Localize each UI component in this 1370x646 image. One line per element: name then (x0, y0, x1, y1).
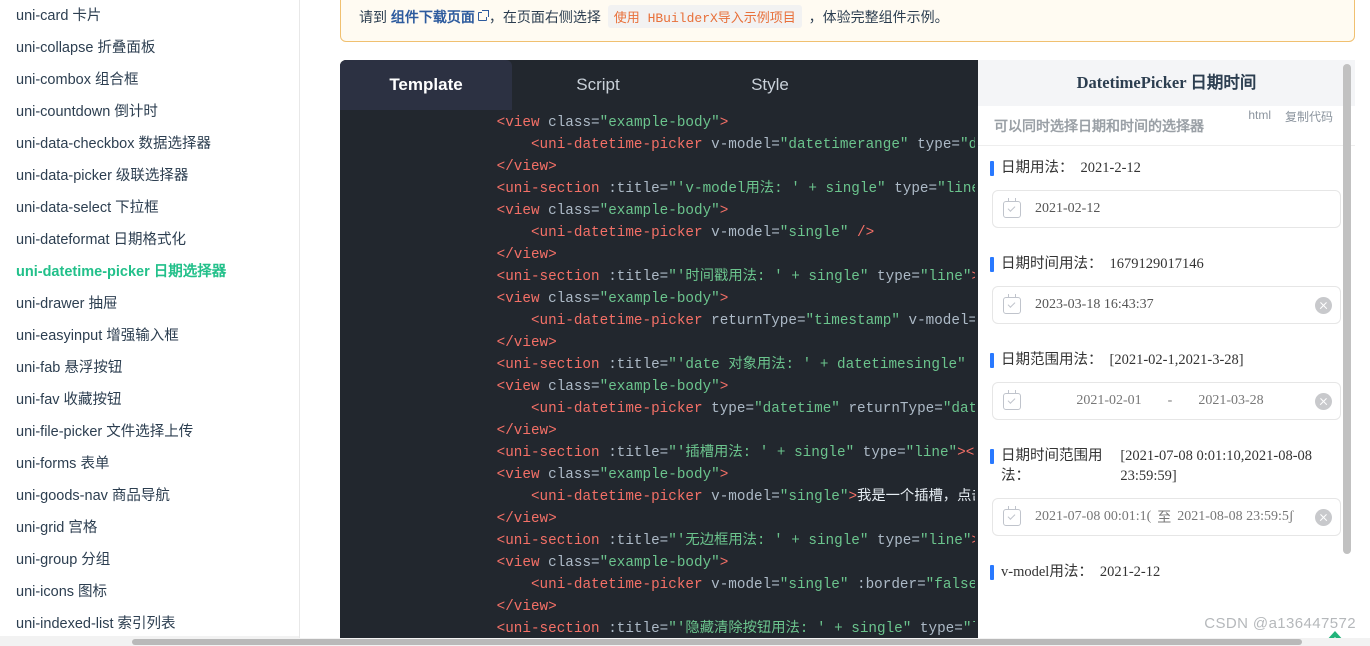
section-value: [2021-07-08 0:01:10,2021-08-08 23:59:59] (1120, 448, 1313, 484)
picker-value: 2021-02-12 (1035, 201, 1101, 216)
section-marker (990, 257, 994, 272)
tab-template[interactable]: Template (340, 60, 512, 110)
sidebar-item[interactable]: uni-combox 组合框 (0, 64, 299, 96)
sidebar-item[interactable]: uni-drawer 抽屉 (0, 288, 299, 320)
sidebar-item[interactable]: uni-fav 收藏按钮 (0, 384, 299, 416)
scrollbar-thumb[interactable] (132, 639, 1302, 645)
clear-button[interactable] (1315, 508, 1332, 526)
page-horizontal-scrollbar[interactable] (0, 638, 1370, 646)
tab-script[interactable]: Script (512, 60, 684, 110)
section-label-text: v-model用法： (1001, 564, 1093, 580)
section-label-text: 日期时间范围用法： (1001, 448, 1103, 484)
code-language-label: html (1248, 108, 1271, 122)
preview-vertical-scrollbar[interactable] (1343, 64, 1351, 642)
picker-range-start: 2021-02-01 (1076, 393, 1142, 408)
section-value: 1679129017146 (1109, 256, 1204, 272)
external-link-icon (477, 10, 489, 21)
tab-style[interactable]: Style (684, 60, 856, 110)
notice-banner: 请到 组件下载页面 ，在页面右侧选择 使用 HBuilderX导入示例项目 ，体验… (340, 0, 1355, 42)
picker-range-start: 2021-07-08 00:01:1( (1035, 509, 1152, 524)
preview-panel: DatetimePicker 日期时间 可以同时选择日期和时间的选择器 日期用法… (975, 60, 1355, 646)
calendar-icon (1003, 294, 1023, 315)
section-label: 日期时间用法： 1679129017146 (978, 242, 1355, 282)
picker-range-end: 2021-03-28 (1198, 393, 1264, 408)
section-label: v-model用法： 2021-2-12 (978, 550, 1355, 590)
sidebar-item[interactable]: uni-data-select 下拉框 (0, 192, 299, 224)
calendar-icon (1003, 506, 1023, 527)
calendar-icon (1003, 198, 1023, 219)
calendar-icon (1003, 390, 1023, 411)
sidebar-item[interactable]: uni-file-picker 文件选择上传 (0, 416, 299, 448)
datetime-picker-input[interactable]: 2023-03-18 16:43:37 (992, 286, 1341, 324)
section-label-text: 日期用法： (1001, 160, 1074, 176)
sidebar-item[interactable]: uni-card 卡片 (0, 0, 299, 32)
copy-code-button[interactable]: 复制代码 (1285, 108, 1333, 125)
clear-button[interactable] (1315, 392, 1332, 410)
sidebar-list: uni-card 卡片 uni-collapse 折叠面板 uni-combox 组… (0, 0, 299, 640)
sidebar-item[interactable]: uni-easyinput 增强输入框 (0, 320, 299, 352)
picker-range: 2021-02-01 - 2021-03-28 (1031, 393, 1309, 409)
picker-range-end: 2021-08-08 23:59:5ʃ (1177, 509, 1294, 524)
sidebar[interactable]: uni-card 卡片 uni-collapse 折叠面板 uni-combox 组… (0, 0, 300, 646)
notice-middle: ，在页面右侧选择 (488, 9, 605, 25)
page-root: uni-card 卡片 uni-collapse 折叠面板 uni-combox 组… (0, 0, 1370, 646)
sidebar-item[interactable]: uni-data-picker 级联选择器 (0, 160, 299, 192)
sidebar-item[interactable]: uni-datetime-picker 日期选择器 (0, 256, 299, 288)
sidebar-item[interactable]: uni-icons 图标 (0, 576, 299, 608)
section-marker (990, 353, 994, 368)
clear-button[interactable] (1315, 296, 1332, 314)
section-label: 日期时间范围用法： [2021-07-08 0:01:10,2021-08-08… (978, 434, 1355, 494)
section-value: 2021-2-12 (1080, 160, 1141, 176)
preview-title: DatetimePicker 日期时间 (978, 60, 1355, 106)
section-value: 2021-2-12 (1099, 564, 1161, 580)
notice-suffix: ，体验完整组件示例。 (804, 9, 949, 25)
datetime-picker-input[interactable]: 2021-07-08 00:01:1( 至 2021-08-08 23:59:5ʃ (992, 498, 1341, 536)
sidebar-item[interactable]: uni-countdown 倒计时 (0, 96, 299, 128)
picker-range-separator: - (1167, 393, 1173, 408)
sidebar-item[interactable]: uni-data-checkbox 数据选择器 (0, 128, 299, 160)
section-value: [2021-02-1,2021-3-28] (1109, 352, 1244, 368)
section-marker (990, 161, 994, 176)
picker-range-separator: 至 (1157, 511, 1172, 526)
datetime-picker-input[interactable]: 2021-02-01 - 2021-03-28 (992, 382, 1341, 420)
section-label-text: 日期时间用法： (1001, 256, 1103, 272)
notice-prefix: 请到 (359, 9, 391, 25)
scrollbar-thumb[interactable] (1343, 64, 1351, 554)
sidebar-item[interactable]: uni-fab 悬浮按钮 (0, 352, 299, 384)
sidebar-item[interactable]: uni-collapse 折叠面板 (0, 32, 299, 64)
preview-sections: 日期用法： 2021-2-12 2021-02-12 日期时间用法： 1679129… (978, 146, 1355, 590)
section-label-text: 日期范围用法： (1001, 352, 1103, 368)
section-label: 日期用法： 2021-2-12 (978, 146, 1355, 186)
code-toolbar: html 复制代码 (1248, 108, 1333, 125)
sidebar-item[interactable]: uni-forms 表单 (0, 448, 299, 480)
sidebar-item[interactable]: uni-grid 宫格 (0, 512, 299, 544)
sidebar-item[interactable]: uni-group 分组 (0, 544, 299, 576)
picker-range: 2021-07-08 00:01:1( 至 2021-08-08 23:59:5ʃ (1035, 507, 1309, 527)
section-marker (990, 449, 994, 464)
sidebar-item[interactable]: uni-dateformat 日期格式化 (0, 224, 299, 256)
datetime-picker-input[interactable]: 2021-02-12 (992, 190, 1341, 228)
section-marker (990, 565, 994, 580)
section-label: 日期范围用法： [2021-02-1,2021-3-28] (978, 338, 1355, 378)
component-download-link[interactable]: 组件下载页面 (391, 9, 475, 25)
sidebar-item[interactable]: uni-goods-nav 商品导航 (0, 480, 299, 512)
picker-value: 2023-03-18 16:43:37 (1035, 297, 1154, 312)
hbuilderx-import-badge: 使用 HBuilderX导入示例项目 (607, 5, 802, 28)
